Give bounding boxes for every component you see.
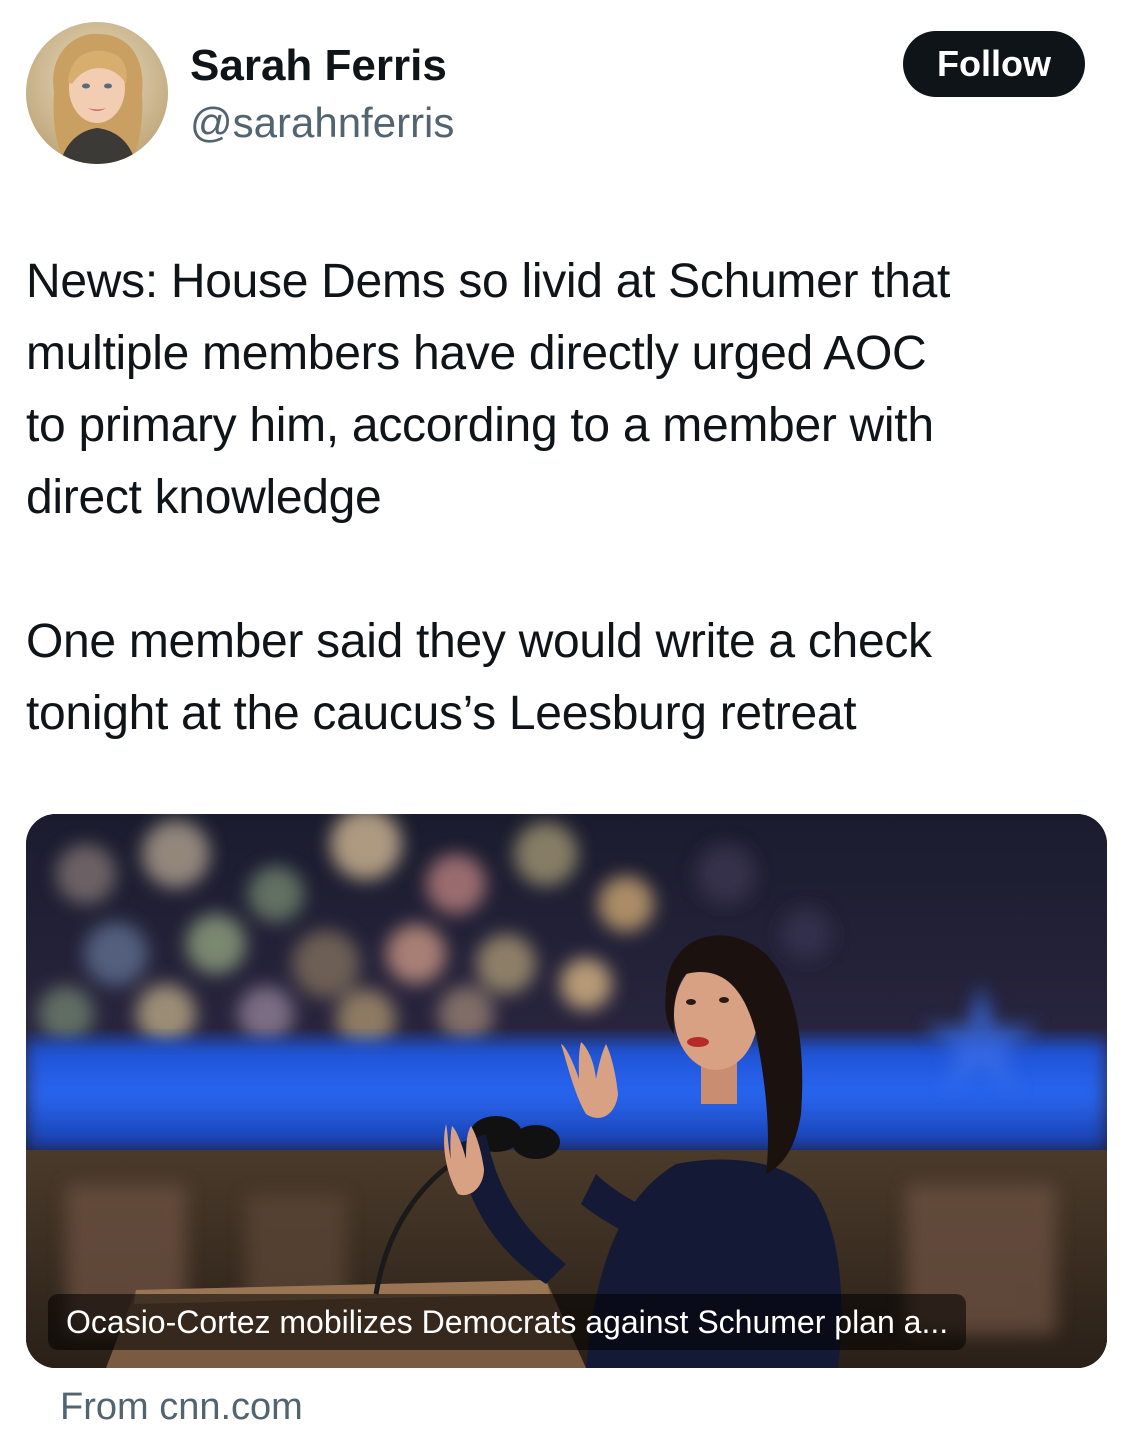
author-avatar[interactable]	[26, 22, 168, 164]
author-name[interactable]: Sarah Ferris	[190, 40, 447, 92]
card-headline: Ocasio-Cortez mobilizes Democrats agains…	[48, 1294, 967, 1350]
tweet-line: tonight at the caucus’s Leesburg retreat	[26, 687, 857, 740]
tweet-body: News: House Dems so livid at Schumer tha…	[26, 246, 1106, 750]
tweet-line: One member said they would write a check	[26, 615, 932, 668]
tweet-line: direct knowledge	[26, 471, 382, 524]
follow-button[interactable]: Follow	[903, 31, 1085, 97]
tweet: Sarah Ferris @sarahnferris Follow News: …	[0, 0, 1134, 1440]
tweet-line: multiple members have directly urged AOC	[26, 327, 927, 380]
link-card[interactable]: Ocasio-Cortez mobilizes Democrats agains…	[26, 814, 1107, 1368]
tweet-line: to primary him, according to a member wi…	[26, 399, 934, 452]
avatar-photo-icon	[26, 22, 168, 164]
author-handle[interactable]: @sarahnferris	[190, 98, 454, 148]
card-source[interactable]: From cnn.com	[60, 1384, 303, 1430]
speaker-at-podium-photo-icon	[26, 814, 1107, 1368]
tweet-line: News: House Dems so livid at Schumer tha…	[26, 255, 951, 308]
